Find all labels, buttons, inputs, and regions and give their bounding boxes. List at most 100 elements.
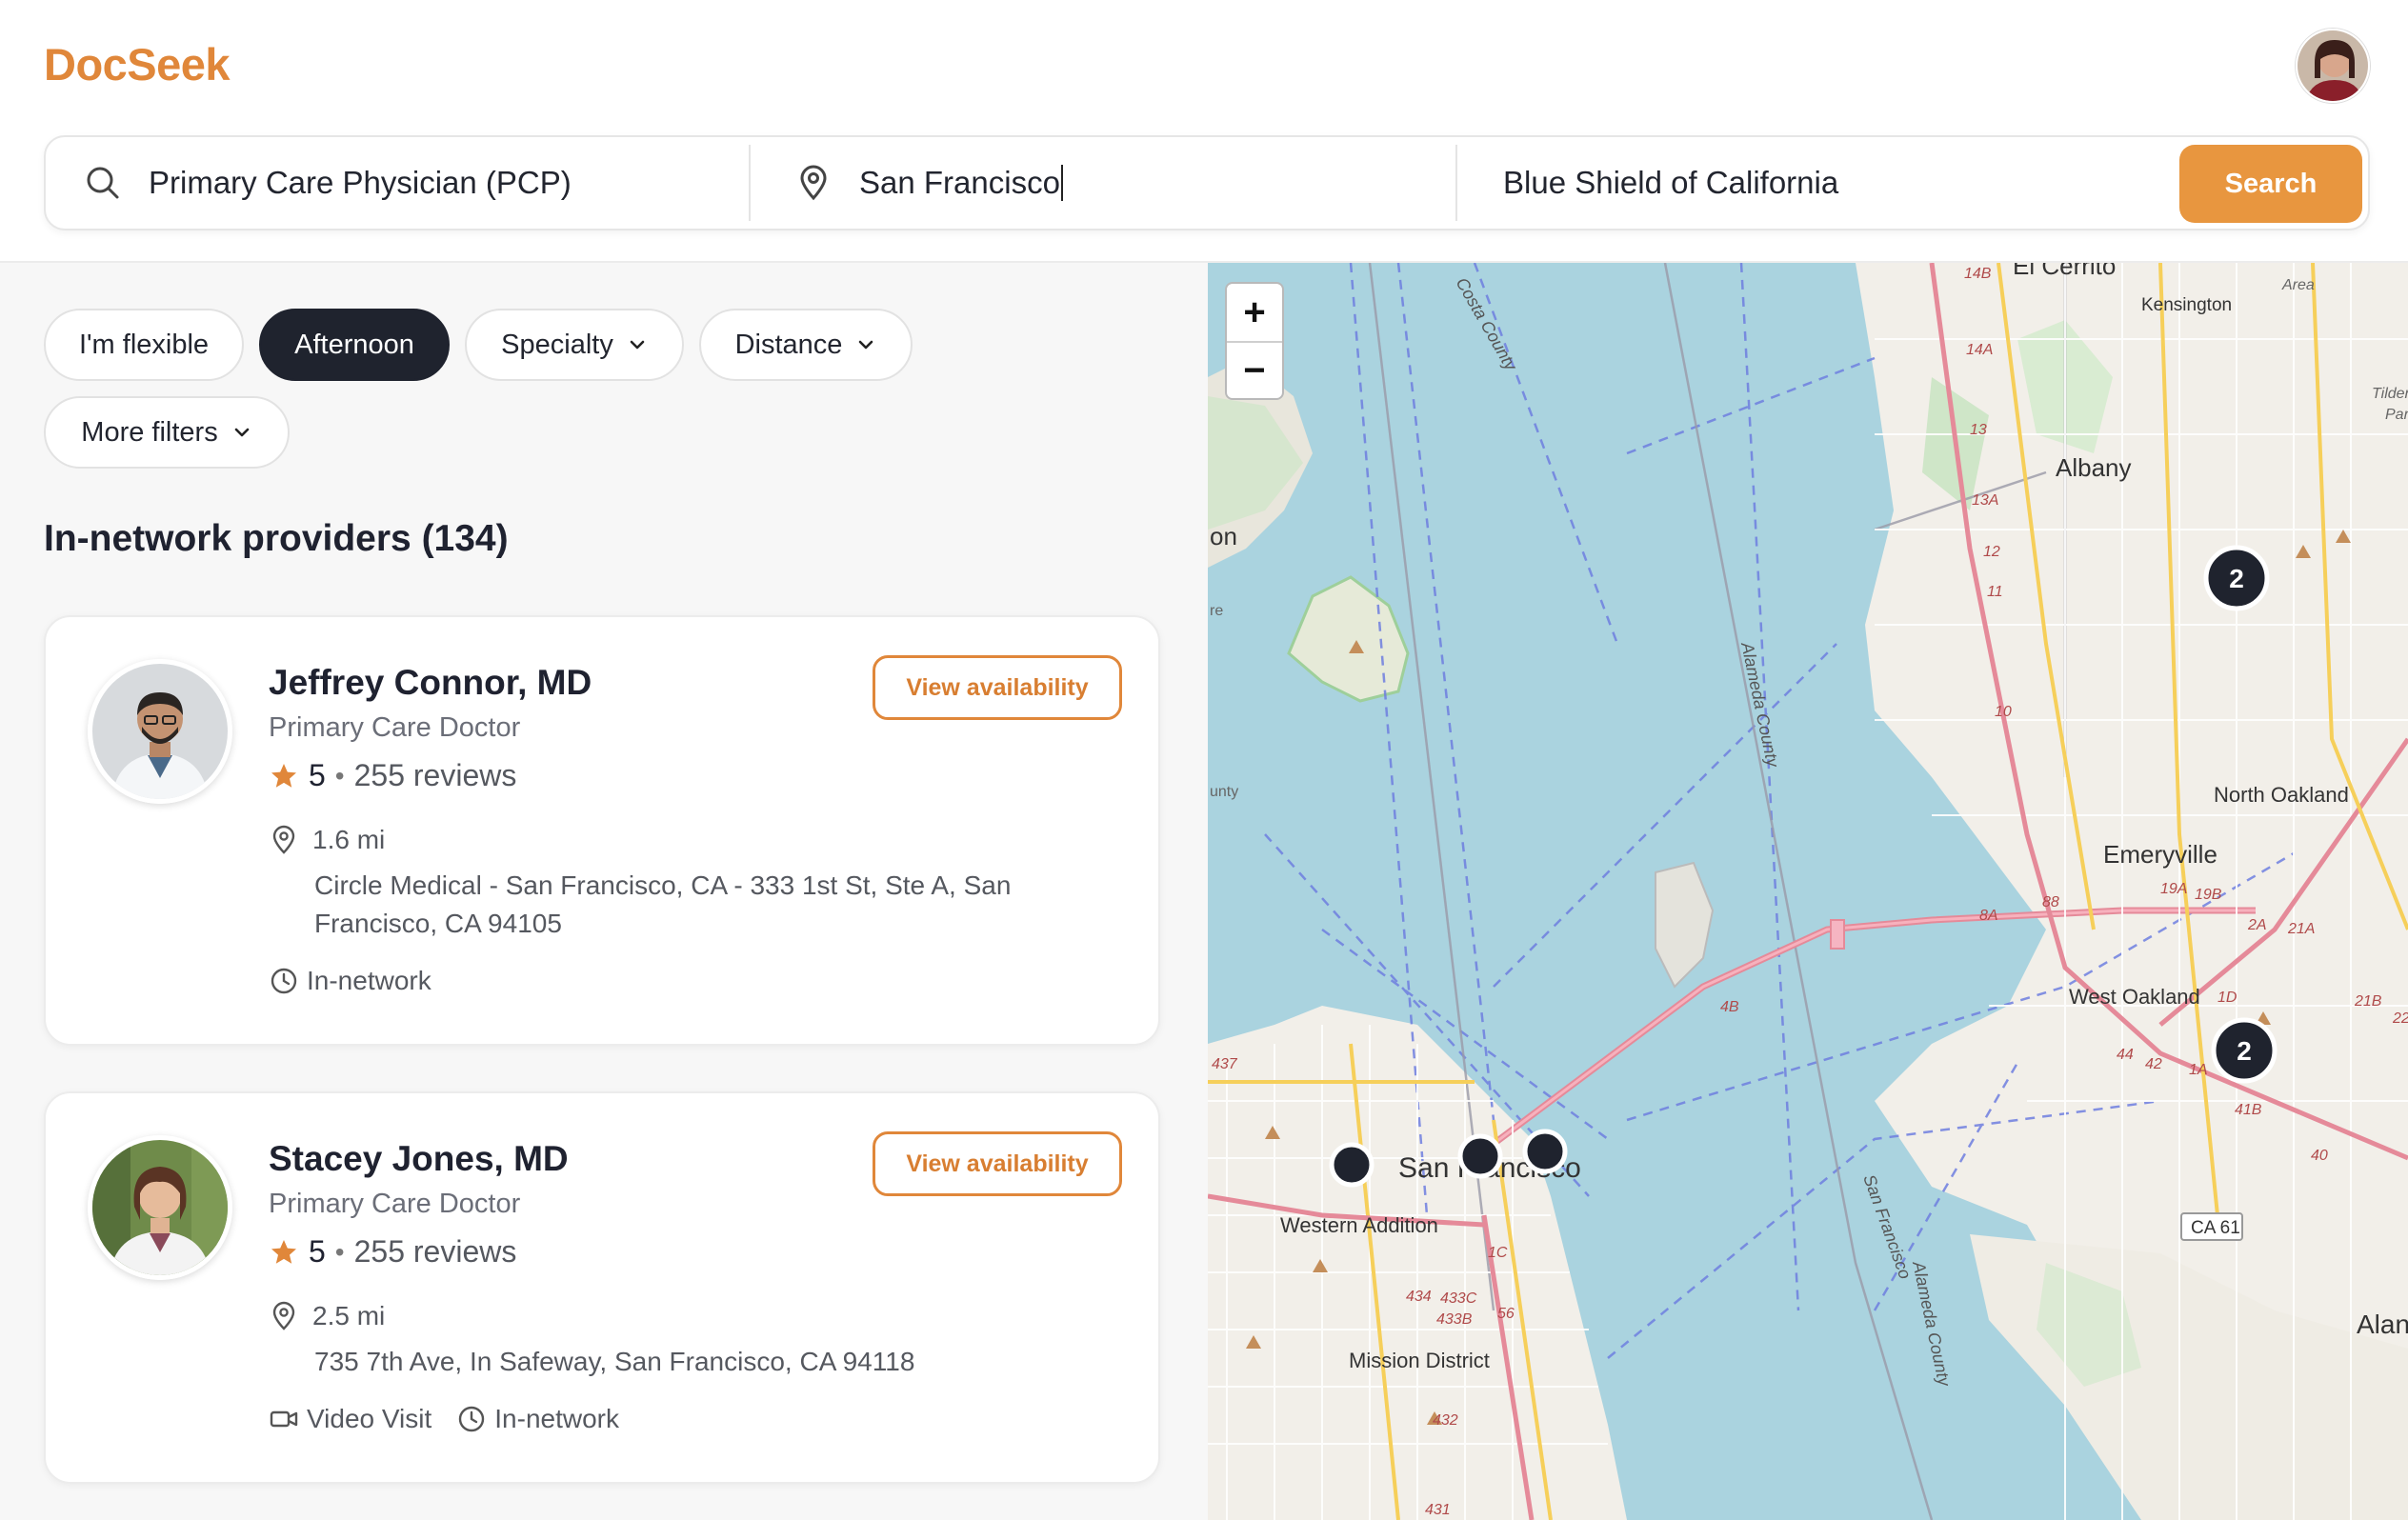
- filter-chip-distance[interactable]: Distance: [699, 309, 913, 381]
- tags-row: In-network: [269, 966, 431, 996]
- road-label: 42: [2145, 1056, 2162, 1072]
- map-label: Park: [2385, 407, 2408, 423]
- road-label: 19A: [2160, 881, 2187, 897]
- road-label: 40: [2311, 1148, 2328, 1164]
- view-availability-button[interactable]: View availability: [873, 1131, 1122, 1196]
- map-canvas[interactable]: El Cerrito Kensington Albany North Oakla…: [1208, 263, 2408, 1520]
- road-label: 1D: [2217, 990, 2237, 1006]
- zoom-in-button[interactable]: +: [1227, 284, 1282, 341]
- road-label: 14B: [1964, 266, 1992, 282]
- road-label: 14A: [1966, 342, 1993, 358]
- road-label: 2A: [2247, 917, 2267, 933]
- location-pin-icon: [269, 1301, 299, 1331]
- clock-icon: [456, 1404, 487, 1434]
- chevron-down-icon: [627, 334, 648, 355]
- review-count[interactable]: 255 reviews: [354, 758, 517, 793]
- distance-row: 2.5 mi: [269, 1301, 385, 1331]
- road-label: 432: [1433, 1412, 1458, 1429]
- filter-chip-afternoon[interactable]: Afternoon: [259, 309, 450, 381]
- road-label: 431: [1425, 1502, 1451, 1518]
- star-icon: [269, 1237, 299, 1268]
- road-label: 434: [1406, 1289, 1432, 1305]
- road-label: 13: [1970, 422, 1987, 438]
- clock-icon: [269, 966, 299, 996]
- road-label: 12: [1983, 544, 2000, 560]
- zoom-out-button[interactable]: −: [1227, 341, 1282, 398]
- road-label: 41B: [2235, 1102, 2262, 1118]
- location-pin-icon: [269, 825, 299, 855]
- provider-card[interactable]: Stacey Jones, MD Primary Care Doctor 5 •…: [44, 1091, 1160, 1484]
- bridge-tower: [1830, 919, 1845, 950]
- search-divider: [749, 145, 751, 221]
- map-label: CA 61: [2191, 1218, 2240, 1238]
- filter-chip-label: More filters: [81, 416, 218, 448]
- map-label: Emeryville: [2103, 840, 2217, 869]
- road-label: 21A: [2287, 921, 2315, 937]
- map-label: Western Addition: [1280, 1213, 1438, 1237]
- distance-value: 1.6 mi: [312, 825, 386, 854]
- provider-address: 735 7th Ave, In Safeway, San Francisco, …: [314, 1347, 915, 1376]
- provider-specialty: Primary Care Doctor: [269, 1189, 521, 1219]
- tags-row: Video Visit In-network: [269, 1404, 619, 1434]
- specialty-value: Primary Care Physician (PCP): [149, 165, 572, 200]
- view-availability-button[interactable]: View availability: [873, 655, 1122, 720]
- road-label: 88: [2042, 894, 2059, 910]
- search-divider: [1455, 145, 1457, 221]
- distance-value: 2.5 mi: [312, 1301, 386, 1330]
- specialty-field[interactable]: Primary Care Physician (PCP): [84, 137, 741, 229]
- road-label: 11: [1987, 584, 2003, 600]
- map-label: San Francisco: [1398, 1152, 1581, 1184]
- tag-video-visit: Video Visit: [307, 1404, 432, 1433]
- tag-in-network: In-network: [307, 966, 431, 995]
- rating-value: 5: [309, 1234, 326, 1269]
- map-label: Tilden Re: [2372, 386, 2408, 402]
- provider-photo: [88, 1135, 232, 1280]
- app-logo[interactable]: DocSeek: [44, 38, 231, 90]
- text-cursor: [1060, 165, 1063, 201]
- provider-rating: 5 • 255 reviews: [269, 758, 516, 793]
- road-label: 1A: [2189, 1062, 2208, 1078]
- star-icon: [269, 761, 299, 791]
- location-value: San Francisco: [859, 165, 1060, 200]
- map-view[interactable]: El Cerrito Kensington Albany North Oakla…: [1208, 263, 2408, 1520]
- map-label: Kensington: [2141, 295, 2232, 315]
- provider-name[interactable]: Jeffrey Connor, MD: [269, 663, 592, 703]
- search-button[interactable]: Search: [2179, 145, 2362, 223]
- filter-chip-specialty[interactable]: Specialty: [465, 309, 684, 381]
- road-label: 19B: [2195, 887, 2222, 903]
- provider-rating: 5 • 255 reviews: [269, 1234, 516, 1270]
- map-label: Area: [2281, 277, 2315, 293]
- map-label: re: [1210, 603, 1223, 619]
- filter-chip-flexible[interactable]: I'm flexible: [44, 309, 244, 381]
- road-label: 433B: [1436, 1311, 1473, 1328]
- map-label: North Oakland: [2214, 783, 2349, 807]
- provider-name[interactable]: Stacey Jones, MD: [269, 1139, 569, 1179]
- map-label: Albany: [2056, 453, 2132, 482]
- road-label: 13A: [1972, 492, 1998, 509]
- road-label: 4B: [1720, 999, 1739, 1015]
- insurance-value: Blue Shield of California: [1503, 165, 1839, 200]
- video-camera-icon: [269, 1404, 299, 1434]
- insurance-field[interactable]: Blue Shield of California: [1503, 137, 2189, 229]
- map-label: unty: [1210, 784, 1238, 800]
- map-label: West Oakland: [2069, 985, 2200, 1009]
- road-label: 8A: [1979, 908, 1998, 924]
- location-field[interactable]: San Francisco: [794, 137, 1442, 229]
- map-label: Alan: [2357, 1310, 2408, 1339]
- search-bar: Primary Care Physician (PCP) San Francis…: [44, 135, 2370, 230]
- filter-chip-more[interactable]: More filters: [44, 396, 290, 469]
- filter-chip-label: Distance: [734, 329, 843, 360]
- zoom-controls: + −: [1225, 282, 1284, 400]
- provider-address: Circle Medical - San Francisco, CA - 333…: [314, 870, 1012, 938]
- review-count[interactable]: 255 reviews: [354, 1234, 517, 1270]
- user-avatar[interactable]: [2296, 29, 2370, 103]
- provider-card[interactable]: Jeffrey Connor, MD Primary Care Doctor 5…: [44, 615, 1160, 1046]
- chevron-down-icon: [231, 422, 252, 443]
- separator-dot: •: [334, 760, 345, 790]
- map-label: El Cerrito: [2013, 263, 2116, 280]
- chevron-down-icon: [855, 334, 876, 355]
- distance-row: 1.6 mi: [269, 825, 385, 855]
- road-label: 21B: [2354, 993, 2382, 1010]
- filter-chip-label: Afternoon: [294, 329, 414, 360]
- provider-specialty: Primary Care Doctor: [269, 712, 521, 743]
